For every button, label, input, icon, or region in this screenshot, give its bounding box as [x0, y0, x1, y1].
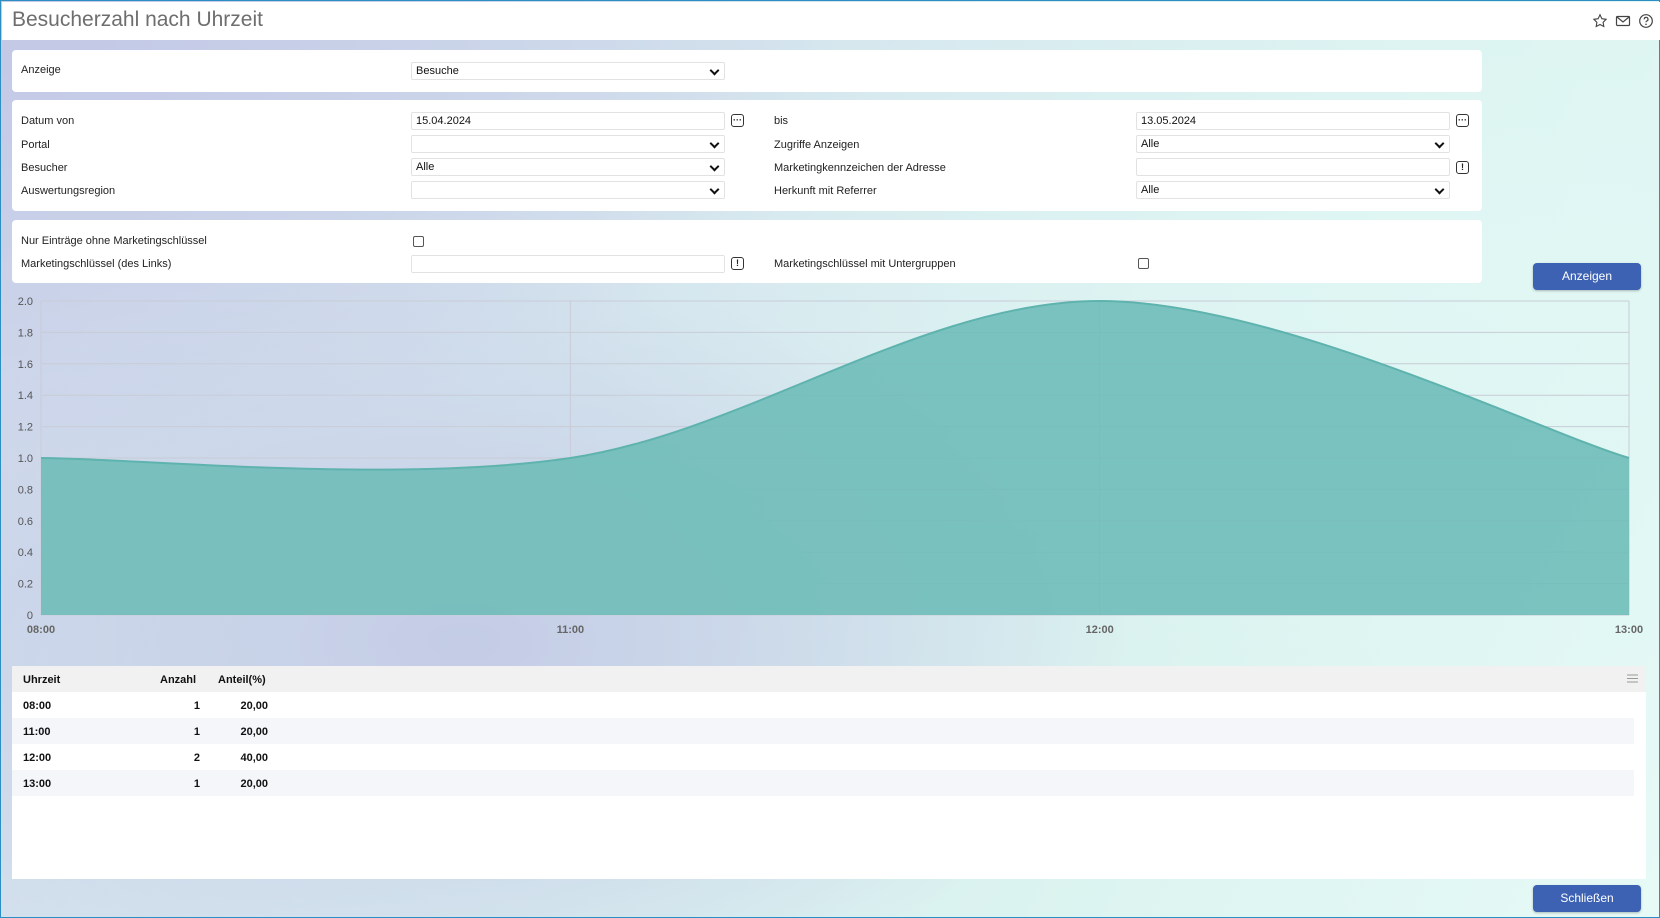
y-tick-label: 1.6	[18, 359, 33, 371]
untergruppen-label: Marketingschlüssel mit Untergruppen	[774, 258, 956, 270]
marketingkennzeichen-lookup-icon[interactable]: !	[1456, 161, 1469, 174]
cell-anteil: 20,00	[240, 700, 268, 712]
cell-uhrzeit: 12:00	[23, 752, 52, 764]
display-panel: Anzeige Besuche	[12, 50, 1482, 92]
x-tick-label: 08:00	[27, 624, 55, 636]
herkunft-label: Herkunft mit Referrer	[774, 185, 877, 197]
datum-bis-input[interactable]: 13.05.2024	[1136, 112, 1450, 130]
x-axis-ticks: 08:00 11:00 12:00 13:00	[27, 624, 1643, 636]
anzeige-select-value: Besuche	[416, 65, 459, 77]
area-chart: 0 0.2 0.4 0.6 0.8 1.0 1.2 1.4 1.6 1.8 2.0 08:00 11:…	[18, 296, 1643, 636]
y-tick-label: 0.6	[18, 516, 33, 528]
cell-uhrzeit: 11:00	[23, 726, 51, 738]
besucher-select[interactable]: Alle	[411, 158, 725, 176]
anzeigen-button[interactable]: Anzeigen	[1533, 263, 1641, 290]
portal-select[interactable]	[411, 135, 725, 153]
portal-label: Portal	[21, 139, 50, 151]
table-row[interactable]: 11:00 1 20,00	[12, 718, 1634, 744]
y-tick-label: 1.4	[18, 390, 33, 402]
x-tick-label: 11:00	[557, 624, 585, 636]
y-tick-label: 1.8	[18, 327, 33, 339]
auswertungsregion-select[interactable]	[411, 181, 725, 199]
data-table: Uhrzeit Anzahl Anteil(%) 08:00 1 20,00 1…	[12, 666, 1646, 879]
anzeige-label: Anzeige	[21, 64, 61, 76]
x-tick-label: 13:00	[1615, 624, 1643, 636]
cell-anteil: 20,00	[240, 726, 268, 738]
calendar-picker-von-icon[interactable]: ···	[731, 114, 744, 127]
y-axis-ticks: 0 0.2 0.4 0.6 0.8 1.0 1.2 1.4 1.6 1.8 2.0	[18, 296, 33, 622]
herkunft-select[interactable]: Alle	[1136, 181, 1450, 199]
nur-eintraege-label: Nur Einträge ohne Marketingschlüssel	[21, 235, 207, 247]
column-header-anteil[interactable]: Anteil(%)	[218, 674, 266, 686]
datum-von-value: 15.04.2024	[416, 115, 472, 127]
schluessel-input[interactable]	[411, 255, 725, 273]
y-tick-label: 0.8	[18, 484, 33, 496]
y-tick-label: 1.2	[18, 422, 33, 434]
table-row[interactable]: 13:00 1 20,00	[12, 770, 1634, 796]
anzeige-select[interactable]: Besuche	[411, 62, 725, 80]
filter-panel: Datum von 15.04.2024 ··· bis 13.05.2024 …	[12, 100, 1482, 211]
cell-anzahl: 2	[193, 752, 200, 764]
cell-anzahl: 1	[193, 726, 200, 738]
x-tick-label: 12:00	[1086, 624, 1114, 636]
cell-anzahl: 1	[193, 700, 200, 712]
y-tick-label: 0.2	[18, 579, 33, 591]
calendar-picker-bis-icon[interactable]: ···	[1456, 114, 1469, 127]
cell-anteil: 20,00	[240, 778, 268, 790]
cell-uhrzeit: 13:00	[23, 778, 52, 790]
title-bar: Besucherzahl nach Uhrzeit	[2, 2, 1660, 40]
datum-von-label: Datum von	[21, 115, 75, 127]
cell-anteil: 40,00	[240, 752, 268, 764]
title-icons	[1592, 13, 1654, 29]
y-tick-label: 0	[27, 610, 33, 622]
zugriffe-select-value: Alle	[1141, 138, 1160, 150]
marketingkennzeichen-label: Marketingkennzeichen der Adresse	[774, 162, 946, 174]
schluessel-label: Marketingschlüssel (des Links)	[21, 258, 172, 270]
bis-label: bis	[774, 115, 789, 127]
table-row[interactable]: 08:00 1 20,00	[12, 692, 1634, 718]
column-header-uhrzeit[interactable]: Uhrzeit	[23, 674, 60, 686]
y-tick-label: 1.0	[18, 453, 33, 465]
datum-bis-value: 13.05.2024	[1141, 115, 1197, 127]
page-title: Besucherzahl nach Uhrzeit	[12, 8, 263, 31]
nur-eintraege-checkbox[interactable]	[413, 236, 424, 247]
besucher-label: Besucher	[21, 162, 68, 174]
untergruppen-checkbox[interactable]	[1138, 258, 1149, 269]
schliessen-button[interactable]: Schließen	[1533, 885, 1641, 912]
table-row[interactable]: 12:00 2 40,00	[12, 744, 1634, 770]
auswertungsregion-label: Auswertungsregion	[21, 185, 116, 197]
mail-icon[interactable]	[1615, 13, 1631, 29]
zugriffe-label: Zugriffe Anzeigen	[774, 139, 860, 151]
besucher-select-value: Alle	[416, 161, 435, 173]
column-header-anzahl[interactable]: Anzahl	[160, 674, 196, 686]
y-tick-label: 2.0	[18, 296, 33, 308]
cell-anzahl: 1	[193, 778, 200, 790]
datum-von-input[interactable]: 15.04.2024	[411, 112, 725, 130]
y-tick-label: 0.4	[18, 547, 33, 559]
star-icon[interactable]	[1592, 13, 1608, 29]
cell-uhrzeit: 08:00	[23, 700, 52, 712]
zugriffe-select[interactable]: Alle	[1136, 135, 1450, 153]
column-menu-icon[interactable]	[1627, 674, 1638, 683]
marketing-panel: Nur Einträge ohne Marketingschlüssel Mar…	[12, 220, 1482, 283]
schluessel-lookup-icon[interactable]: !	[731, 257, 744, 270]
help-icon[interactable]	[1638, 13, 1654, 29]
marketingkennzeichen-input[interactable]	[1136, 158, 1450, 176]
herkunft-select-value: Alle	[1141, 184, 1160, 196]
app-window: Besucherzahl nach Uhrzeit Anzeige Besuch…	[0, 0, 1660, 918]
table-header: Uhrzeit Anzahl Anteil(%)	[12, 666, 1646, 692]
